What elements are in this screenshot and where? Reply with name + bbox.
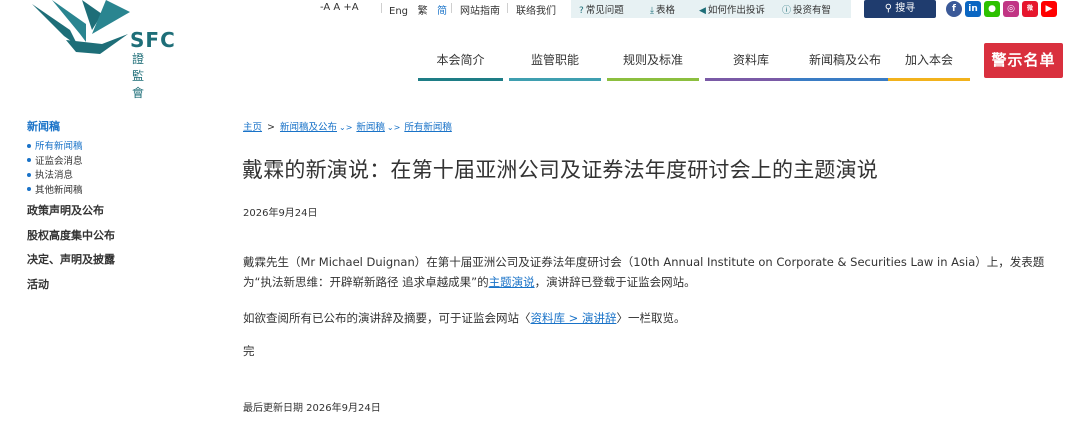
nav-underline <box>607 78 699 81</box>
bullet-icon <box>27 172 31 177</box>
sidebar-item-policy-statements[interactable]: 政策声明及公布 <box>27 196 207 221</box>
breadcrumb-all-news[interactable]: 所有新闻稿 <box>404 122 452 133</box>
sidebar-item-events[interactable]: 活动 <box>27 270 207 295</box>
nav-underline <box>705 78 797 81</box>
publish-date: 2026年9月24日 <box>243 208 318 219</box>
search-icon: ⚲ <box>884 3 893 14</box>
nav-rules-standards[interactable]: 规则及标准 <box>607 50 699 82</box>
lang-simp[interactable]: 简 <box>437 6 447 17</box>
nav-resources[interactable]: 资料库 <box>705 50 797 82</box>
breadcrumb: 主页 > 新闻稿及公布 ⌄> 新闻稿 ⌄> 所有新闻稿 <box>243 122 452 133</box>
logo-chinese: 證監會 <box>132 52 147 100</box>
divider <box>451 3 452 13</box>
speeches-link[interactable]: 资料库 > 演讲辞 <box>531 311 617 325</box>
sidebar-item-decisions-disclosures[interactable]: 决定、声明及披露 <box>27 245 207 270</box>
bullet-icon <box>27 158 31 162</box>
sidebar-item-sfc-news[interactable]: 证监会消息 <box>27 153 207 168</box>
complaint-link[interactable]: ◀ 如何作出投诉 <box>699 2 765 16</box>
keynote-speech-link[interactable]: 主题演说 <box>489 275 535 289</box>
language-switcher: Eng 繁 简 <box>389 2 447 17</box>
eagle-logo-icon <box>32 0 130 54</box>
linkedin-icon[interactable]: in <box>965 1 981 17</box>
sfc-logo[interactable]: SFC 證監會 <box>30 0 175 100</box>
sidebar-item-enforcement-news[interactable]: 执法消息 <box>27 167 207 182</box>
site-guide-link[interactable]: 网站指南 <box>460 2 500 17</box>
chevron-down-icon[interactable]: ⌄> <box>387 123 400 132</box>
lang-eng[interactable]: Eng <box>389 6 408 17</box>
nav-regulatory-functions[interactable]: 监管职能 <box>509 50 601 82</box>
article-paragraph: 戴霖先生（Mr Michael Duignan）在第十届亚洲公司及证券法年度研讨… <box>243 255 1045 289</box>
nav-about[interactable]: 本会简介 <box>418 50 503 82</box>
forms-link[interactable]: ⤓ 表格 <box>650 2 675 16</box>
bullet-icon <box>27 143 31 148</box>
sidebar: 新闻稿 所有新闻稿 证监会消息 执法消息 其他新闻稿 政策声明及公布 股权高度集… <box>27 118 207 294</box>
search-label: 搜寻 <box>895 3 916 14</box>
nav-underline <box>418 78 503 81</box>
nav-underline <box>888 78 970 81</box>
youtube-icon[interactable]: ▶ <box>1041 1 1057 17</box>
article-paragraph: 如欲查阅所有已公布的演讲辞及摘要，可于证监会网站〈资料库 > 演讲辞〉一栏取览。 <box>243 311 686 325</box>
faq-link[interactable]: ? 常见问题 <box>579 2 624 16</box>
chevron-down-icon[interactable]: ⌄> <box>339 123 352 132</box>
nav-careers[interactable]: 加入本会 <box>888 50 970 82</box>
info-icon: ⓘ <box>782 6 792 16</box>
sidebar-item-all-news[interactable]: 所有新闻稿 <box>27 138 207 153</box>
sidebar-heading-news[interactable]: 新闻稿 <box>27 118 207 138</box>
divider <box>507 3 508 13</box>
nav-news-announcements[interactable]: 新闻稿及公布 <box>790 50 900 82</box>
facebook-icon[interactable]: f <box>946 1 962 17</box>
bullet-icon <box>27 187 31 191</box>
page-title: 戴霖的新演说：在第十届亚洲公司及证券法年度研讨会上的主题演说 <box>242 158 878 182</box>
font-size-controls[interactable]: -A A +A <box>320 2 359 13</box>
download-icon: ⤓ <box>650 6 654 16</box>
search-button[interactable]: ⚲ 搜寻 <box>864 0 936 18</box>
utility-bar: -A A +A Eng 繁 简 网站指南 联络我们 ? 常见问题 ⤓ 表格 ◀ 如何作… <box>320 0 1062 18</box>
megaphone-icon: ◀ <box>699 6 706 16</box>
last-updated: 最后更新日期 2026年9月24日 <box>243 403 381 414</box>
question-icon: ? <box>579 6 584 16</box>
breadcrumb-news-announcements[interactable]: 新闻稿及公布 <box>280 122 337 133</box>
end-mark: 完 <box>243 344 255 358</box>
breadcrumb-news[interactable]: 新闻稿 <box>356 122 385 133</box>
alert-list-button[interactable]: 警示名单 <box>984 43 1063 78</box>
wechat-icon[interactable]: ● <box>984 1 1000 17</box>
sidebar-item-other-news[interactable]: 其他新闻稿 <box>27 182 207 197</box>
logo-abbr: SFC <box>130 28 176 52</box>
investor-education-link[interactable]: ⓘ 投资有智 <box>782 2 831 16</box>
divider <box>381 3 382 13</box>
contact-link[interactable]: 联络我们 <box>516 2 556 17</box>
sidebar-item-shareholding-concentration[interactable]: 股权高度集中公布 <box>27 221 207 246</box>
instagram-icon[interactable]: ◎ <box>1003 1 1019 17</box>
nav-underline <box>509 78 601 81</box>
weibo-icon[interactable]: 微 <box>1022 1 1038 17</box>
nav-underline <box>790 78 900 81</box>
lang-trad[interactable]: 繁 <box>418 6 428 17</box>
breadcrumb-home[interactable]: 主页 <box>243 122 262 133</box>
quick-links-bar: ? 常见问题 ⤓ 表格 ◀ 如何作出投诉 ⓘ 投资有智 <box>571 0 851 18</box>
